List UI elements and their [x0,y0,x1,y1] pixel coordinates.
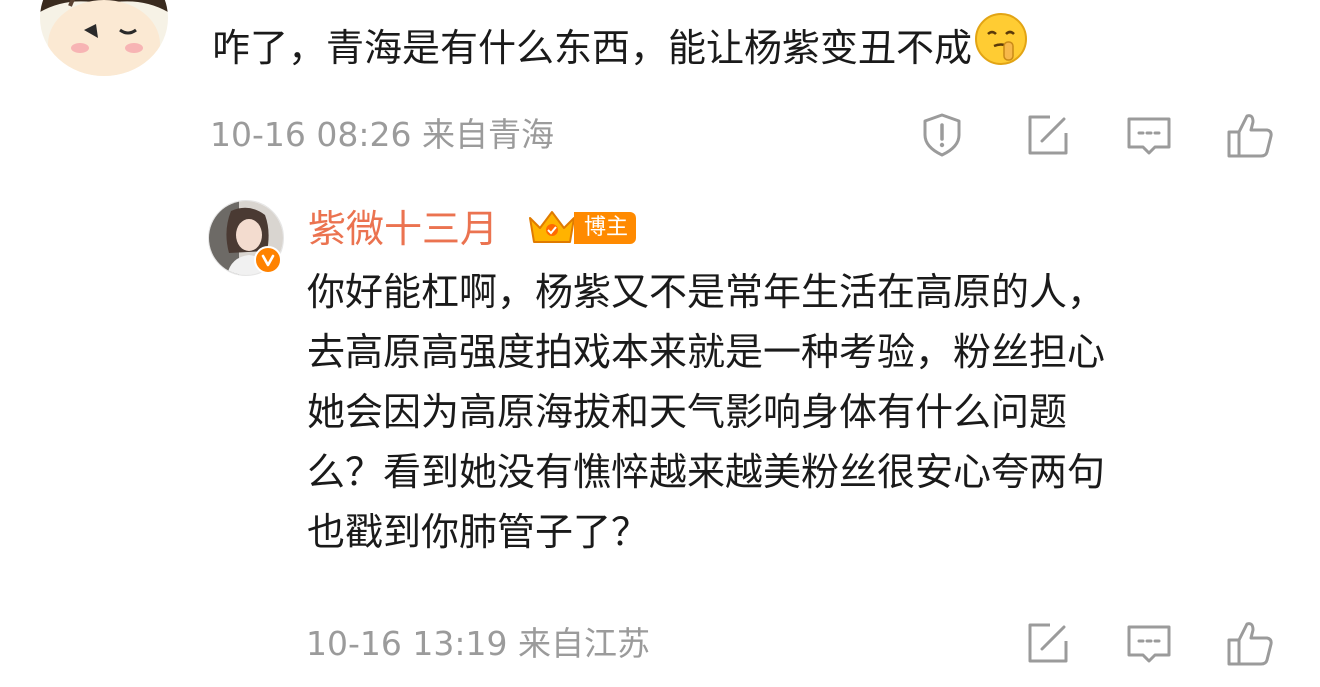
like-icon [1227,114,1273,158]
report-icon [923,113,961,157]
comment-button[interactable] [1121,107,1177,163]
reply-comment-button[interactable] [1121,615,1177,671]
comment-body: 咋了，青海是有什么东西，能让杨紫变丑不成 [212,26,973,70]
repost-icon [1028,115,1068,155]
shush-face-emoji [974,12,1028,83]
reply-author-name[interactable]: 紫微十三月 [308,204,498,254]
repost-button[interactable] [1020,107,1076,163]
comment-icon [1127,625,1171,663]
comment-meta: 10-16 08:26 来自青海 [210,113,554,157]
repost-icon [1028,623,1068,663]
reply-line: 么？看到她没有憔悴越来越美粉丝很安心夸两句 [307,450,1106,494]
report-button[interactable] [914,107,970,163]
comment-location: 来自青海 [421,115,554,154]
reply-text: 你好能杠啊，杨紫又不是常年生活在高原的人， 去高原高强度拍戏本来就是一种考验，粉… [307,262,1267,562]
reply-meta: 10-16 13:19 来自江苏 [306,622,650,666]
reply-line: 你好能杠啊，杨紫又不是常年生活在高原的人， [307,270,1106,314]
reply-author-avatar[interactable] [208,200,284,276]
reply-like-button[interactable] [1222,615,1278,671]
verified-badge-icon [254,246,282,274]
reply-time: 10-16 13:19 [306,624,508,663]
like-button[interactable] [1222,107,1278,163]
reply-line: 去高原高强度拍戏本来就是一种考验，粉丝担心 [307,330,1106,374]
like-icon [1227,622,1273,666]
reply-line: 她会因为高原海拔和天气影响身体有什么问题 [307,390,1068,434]
crown-icon [524,206,580,250]
comment-time: 10-16 08:26 [210,115,412,154]
reply-line: 也戳到你肺管子了？ [307,510,650,554]
comment-text: 咋了，青海是有什么东西，能让杨紫变丑不成 [212,13,1028,83]
blogger-badge: 博主 [574,212,637,244]
commenter-avatar[interactable] [40,0,168,76]
reply-location: 来自江苏 [517,624,650,663]
reply-repost-button[interactable] [1020,615,1076,671]
comment-icon [1127,117,1171,155]
